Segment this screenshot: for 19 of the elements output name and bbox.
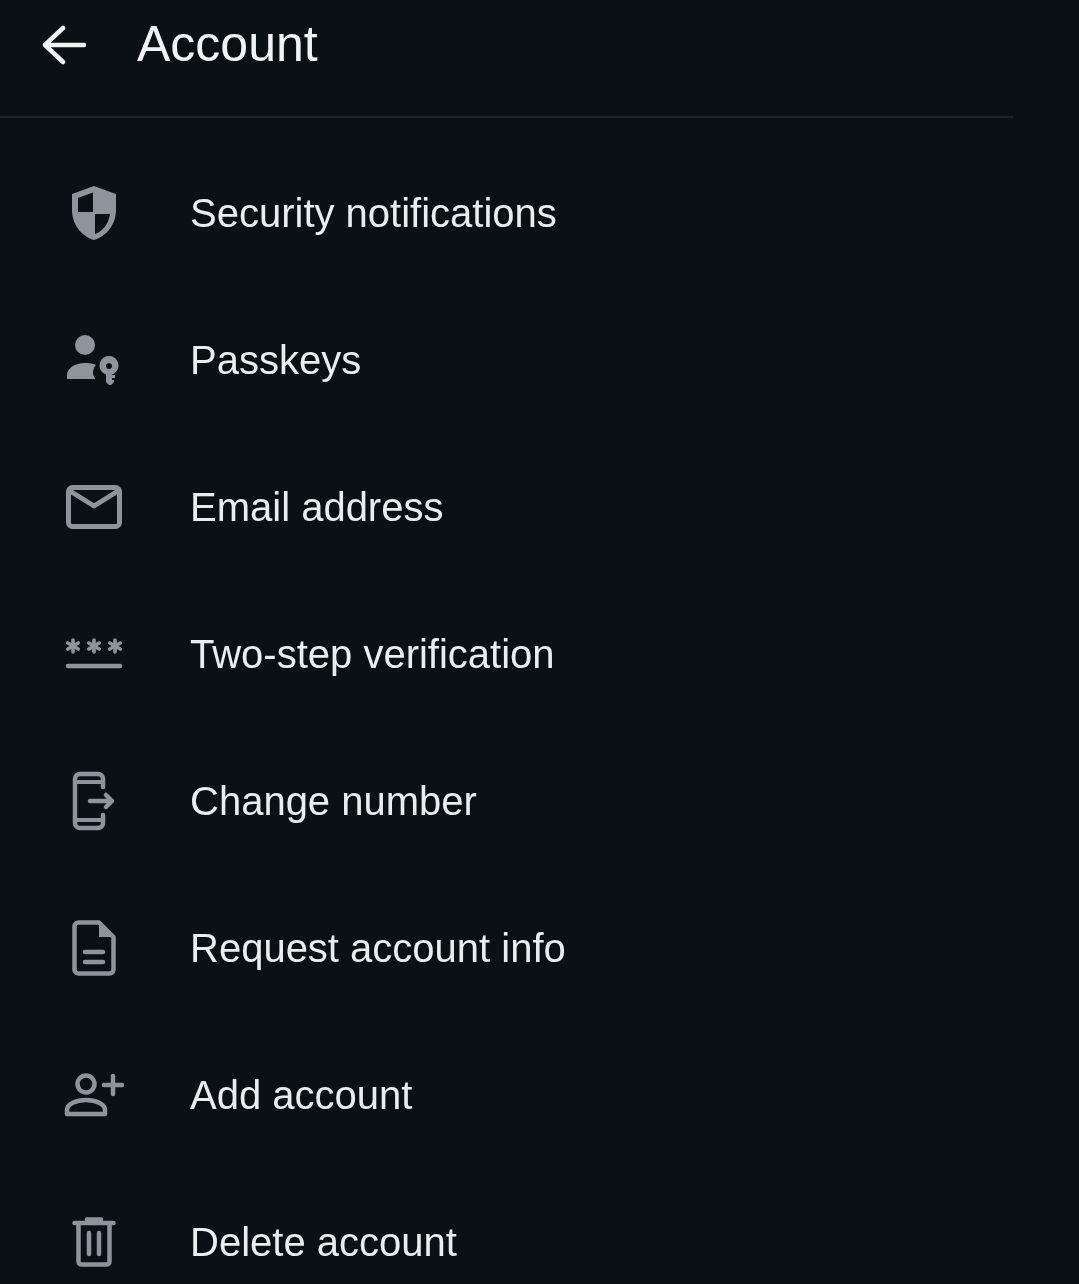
trash-icon [72, 1217, 116, 1267]
person-key-icon [67, 334, 121, 385]
page-title: Account [137, 16, 318, 74]
back-icon [42, 25, 86, 65]
back-button[interactable] [42, 25, 86, 65]
menu-item[interactable]: Security notifications [0, 139, 1079, 286]
menu-item[interactable]: Two-step verification [0, 580, 1079, 727]
person-add-icon [64, 1072, 124, 1117]
menu-item[interactable]: Add account [0, 1021, 1079, 1168]
password-icon [64, 638, 124, 669]
menu-item[interactable]: Change number [0, 727, 1079, 874]
shield-icon [72, 185, 116, 240]
menu-item[interactable]: Request account info [0, 874, 1079, 1021]
menu-item[interactable]: Passkeys [0, 286, 1079, 433]
menu-item[interactable]: Email address [0, 433, 1079, 580]
menu-item[interactable]: Delete account [0, 1168, 1079, 1284]
document-icon [72, 919, 116, 976]
phone-arrow-icon [72, 770, 116, 831]
envelope-icon [66, 484, 122, 529]
